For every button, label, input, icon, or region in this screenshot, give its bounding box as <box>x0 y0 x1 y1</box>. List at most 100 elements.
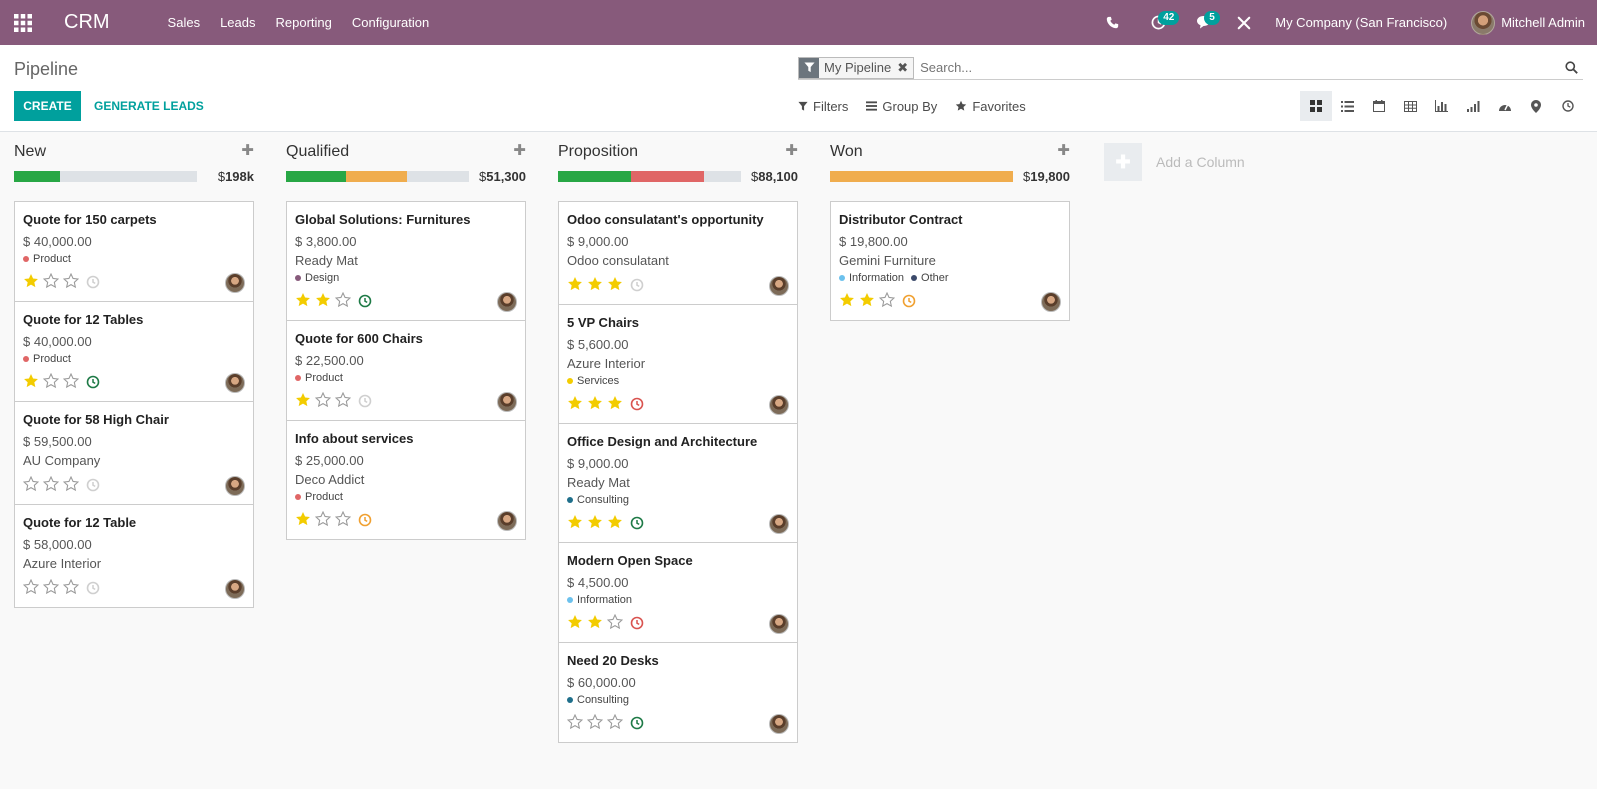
quick-create-plus-icon[interactable]: ✚ <box>785 141 798 159</box>
progress-segment-orange[interactable] <box>830 171 1013 182</box>
priority-star-icon[interactable] <box>859 292 875 311</box>
priority-star-icon[interactable] <box>606 713 624 733</box>
facet-remove-icon[interactable]: ✖ <box>895 60 913 76</box>
cohort-view-icon[interactable] <box>1458 91 1490 121</box>
phone-icon[interactable] <box>1089 0 1135 45</box>
menu-reporting[interactable]: Reporting <box>266 0 342 45</box>
priority-star-icon[interactable] <box>42 475 60 495</box>
activity-clock-icon[interactable] <box>630 278 644 292</box>
priority-star-icon[interactable] <box>587 614 603 633</box>
quick-create-plus-icon[interactable]: ✚ <box>513 141 526 159</box>
activity-clock-icon[interactable] <box>630 716 644 730</box>
priority-star-icon[interactable] <box>295 511 311 530</box>
activity-clock-icon[interactable] <box>630 516 644 530</box>
priority-star-icon[interactable] <box>567 276 583 295</box>
priority-star-icon[interactable] <box>22 475 40 495</box>
priority-star-icon[interactable] <box>567 514 583 533</box>
progress-segment-red[interactable] <box>631 171 705 182</box>
messages-comments-icon[interactable]: 5 <box>1181 0 1227 45</box>
activity-view-icon[interactable] <box>1552 91 1584 121</box>
activity-clock-icon[interactable] <box>902 294 916 308</box>
groupby-toggle[interactable]: Group By <box>866 99 937 114</box>
priority-star-icon[interactable] <box>314 391 332 411</box>
pivot-view-icon[interactable] <box>1395 91 1427 121</box>
column-progressbar[interactable] <box>14 171 197 182</box>
kanban-card[interactable]: 5 VP Chairs $ 5,600.00 Azure Interior Servi… <box>558 304 798 424</box>
priority-star-icon[interactable] <box>23 373 39 392</box>
activity-clock-icon[interactable] <box>86 275 100 289</box>
column-progressbar[interactable] <box>286 171 469 182</box>
kanban-card[interactable]: Quote for 150 carpets $ 40,000.00 Product <box>14 201 254 302</box>
user-menu[interactable]: Mitchell Admin <box>1461 10 1597 35</box>
activities-clock-icon[interactable]: 42 <box>1135 0 1181 45</box>
priority-star-icon[interactable] <box>567 614 583 633</box>
activity-clock-icon[interactable] <box>630 397 644 411</box>
favorites-toggle[interactable]: Favorites <box>955 99 1026 114</box>
kanban-card[interactable]: Quote for 12 Tables $ 40,000.00 Product <box>14 301 254 402</box>
activity-clock-icon[interactable] <box>358 513 372 527</box>
priority-star-icon[interactable] <box>315 292 331 311</box>
priority-star-icon[interactable] <box>607 514 623 533</box>
priority-star-icon[interactable] <box>42 372 60 392</box>
priority-star-icon[interactable] <box>295 292 311 311</box>
priority-star-icon[interactable] <box>42 272 60 292</box>
progress-segment-green[interactable] <box>558 171 632 182</box>
activity-clock-icon[interactable] <box>630 616 644 630</box>
priority-star-icon[interactable] <box>606 613 624 633</box>
app-brand[interactable]: CRM <box>64 11 110 34</box>
kanban-card[interactable]: Modern Open Space $ 4,500.00 Information <box>558 542 798 643</box>
column-progressbar[interactable] <box>830 171 1013 182</box>
priority-star-icon[interactable] <box>22 578 40 598</box>
column-title[interactable]: Won <box>830 143 863 161</box>
priority-star-icon[interactable] <box>62 372 80 392</box>
priority-star-icon[interactable] <box>42 578 60 598</box>
kanban-view-icon[interactable] <box>1300 91 1332 121</box>
priority-star-icon[interactable] <box>334 391 352 411</box>
column-title[interactable]: Proposition <box>558 143 638 161</box>
priority-star-icon[interactable] <box>567 395 583 414</box>
kanban-card[interactable]: Quote for 600 Chairs $ 22,500.00 Product <box>286 320 526 421</box>
kanban-card[interactable]: Global Solutions: Furnitures $ 3,800.00 Re… <box>286 201 526 321</box>
map-view-icon[interactable] <box>1521 91 1553 121</box>
graph-view-icon[interactable] <box>1426 91 1458 121</box>
column-progressbar[interactable] <box>558 171 741 182</box>
priority-star-icon[interactable] <box>23 273 39 292</box>
add-column-plus-icon[interactable]: ✚ <box>1104 143 1142 181</box>
column-title[interactable]: Qualified <box>286 143 349 161</box>
activity-clock-icon[interactable] <box>86 478 100 492</box>
progress-segment-green[interactable] <box>286 171 347 182</box>
menu-sales[interactable]: Sales <box>158 0 211 45</box>
kanban-card[interactable]: Need 20 Desks $ 60,000.00 Consulting <box>558 642 798 743</box>
progress-segment-orange[interactable] <box>346 171 407 182</box>
priority-star-icon[interactable] <box>566 713 584 733</box>
column-title[interactable]: New <box>14 143 46 161</box>
activity-clock-icon[interactable] <box>86 375 100 389</box>
activity-clock-icon[interactable] <box>358 394 372 408</box>
kanban-card[interactable]: Info about services $ 25,000.00 Deco Addic… <box>286 420 526 540</box>
priority-star-icon[interactable] <box>587 514 603 533</box>
quick-create-plus-icon[interactable]: ✚ <box>1057 141 1070 159</box>
app-switcher-icon[interactable] <box>0 0 46 45</box>
menu-configuration[interactable]: Configuration <box>342 0 439 45</box>
search-icon[interactable] <box>1559 61 1583 74</box>
debug-tools-icon[interactable] <box>1227 0 1261 45</box>
generate-leads-button[interactable]: GENERATE LEADS <box>94 91 204 121</box>
priority-star-icon[interactable] <box>587 395 603 414</box>
priority-star-icon[interactable] <box>334 291 352 311</box>
priority-star-icon[interactable] <box>607 395 623 414</box>
activity-clock-icon[interactable] <box>86 581 100 595</box>
activity-clock-icon[interactable] <box>358 294 372 308</box>
priority-star-icon[interactable] <box>62 272 80 292</box>
kanban-card[interactable]: Quote for 12 Table $ 58,000.00 Azure Inter… <box>14 504 254 608</box>
company-switcher[interactable]: My Company (San Francisco) <box>1261 15 1461 30</box>
kanban-card[interactable]: Quote for 58 High Chair $ 59,500.00 AU Com… <box>14 401 254 505</box>
progress-segment-green[interactable] <box>14 171 60 182</box>
kanban-card[interactable]: Office Design and Architecture $ 9,000.00… <box>558 423 798 543</box>
filters-toggle[interactable]: Filters <box>798 99 848 114</box>
dashboard-view-icon[interactable] <box>1489 91 1521 121</box>
priority-star-icon[interactable] <box>295 392 311 411</box>
priority-star-icon[interactable] <box>334 510 352 530</box>
menu-leads[interactable]: Leads <box>210 0 265 45</box>
priority-star-icon[interactable] <box>587 276 603 295</box>
priority-star-icon[interactable] <box>586 713 604 733</box>
